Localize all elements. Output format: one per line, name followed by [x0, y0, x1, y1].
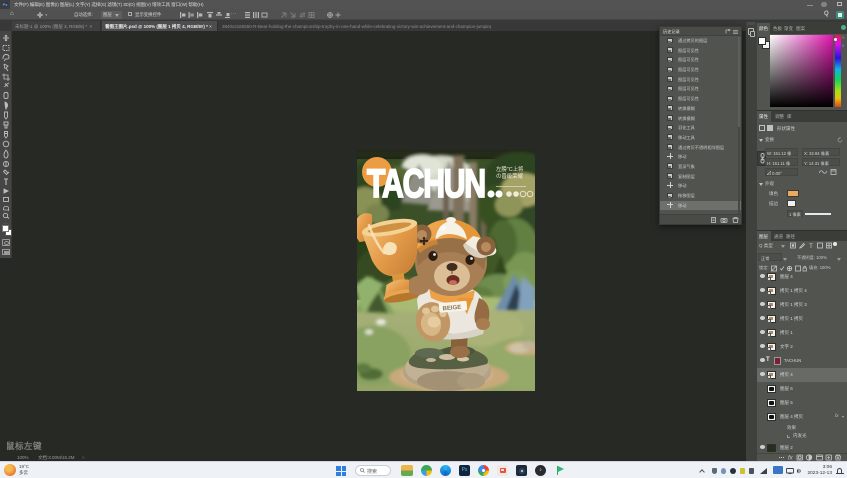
svg-text:左膀"C上将: 左膀"C上将	[496, 165, 524, 173]
svg-text:TACHUN: TACHUN	[367, 162, 485, 206]
svg-text:の晋级荣耀: の晋级荣耀	[496, 172, 524, 180]
svg-text:T: T	[809, 243, 813, 249]
